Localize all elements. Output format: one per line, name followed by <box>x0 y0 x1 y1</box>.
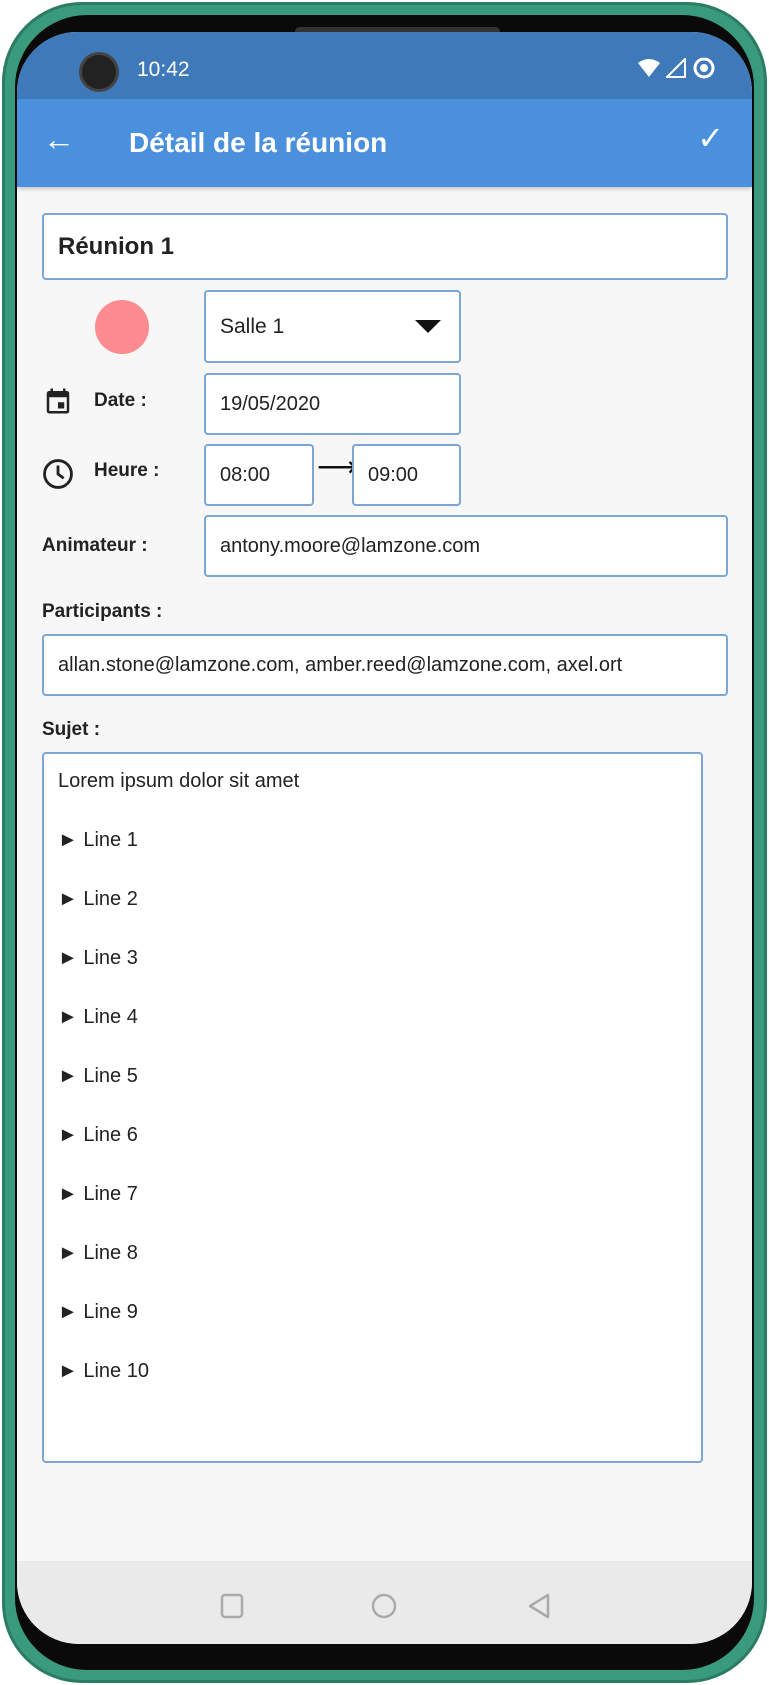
room-color-indicator <box>95 300 149 354</box>
sync-icon <box>693 57 715 79</box>
page-title: Détail de la réunion <box>129 127 388 158</box>
clock-icon <box>43 459 73 489</box>
check-icon[interactable]: ✓ <box>697 119 724 157</box>
meeting-name-input[interactable]: Réunion 1 <box>42 213 728 280</box>
subject-line: ► Line 4 <box>58 1006 138 1028</box>
navigation-bar <box>17 1561 752 1644</box>
subject-line: ► Line 9 <box>58 1301 138 1323</box>
date-label: Date : <box>94 390 147 411</box>
subject-line: ► Line 3 <box>58 947 138 969</box>
calendar-icon <box>46 388 70 414</box>
subject-line: ► Line 5 <box>58 1065 138 1087</box>
start-time-input[interactable]: 08:00 <box>204 444 314 506</box>
dropdown-arrow-icon <box>415 320 441 333</box>
home-icon[interactable] <box>371 1593 397 1624</box>
participants-input[interactable]: allan.stone@lamzone.com, amber.reed@lamz… <box>42 634 728 696</box>
participants-label: Participants : <box>42 601 163 622</box>
subject-label: Sujet : <box>42 719 101 740</box>
subject-textarea[interactable]: Lorem ipsum dolor sit amet ► Line 1 ► Li… <box>42 752 703 1463</box>
wifi-icon <box>638 59 660 77</box>
room-value: Salle 1 <box>220 314 285 338</box>
screen: 10:42 ← Détail de la réunion ✓ Réunion 1… <box>17 32 752 1644</box>
signal-icon <box>666 58 686 78</box>
subject-line: ► Line 10 <box>58 1360 149 1382</box>
back-nav-icon[interactable] <box>527 1593 551 1624</box>
host-input[interactable]: antony.moore@lamzone.com <box>204 515 728 577</box>
subject-line: Lorem ipsum dolor sit amet <box>58 770 300 792</box>
room-dropdown[interactable]: Salle 1 <box>204 290 461 363</box>
subject-line: ► Line 1 <box>58 829 138 851</box>
clock: 10:42 <box>137 58 190 81</box>
status-bar: 10:42 <box>17 32 752 99</box>
date-input[interactable]: 19/05/2020 <box>204 373 461 435</box>
time-label: Heure : <box>94 460 160 481</box>
subject-line: ► Line 7 <box>58 1183 138 1205</box>
end-time-input[interactable]: 09:00 <box>352 444 461 506</box>
app-bar: ← Détail de la réunion ✓ <box>17 99 752 187</box>
host-label: Animateur : <box>42 535 148 556</box>
subject-line: ► Line 8 <box>58 1242 138 1264</box>
camera <box>79 52 119 92</box>
subject-line: ► Line 6 <box>58 1124 138 1146</box>
subject-line: ► Line 2 <box>58 888 138 910</box>
recents-icon[interactable] <box>220 1593 244 1624</box>
arrow-back-icon[interactable]: ← <box>43 121 75 158</box>
